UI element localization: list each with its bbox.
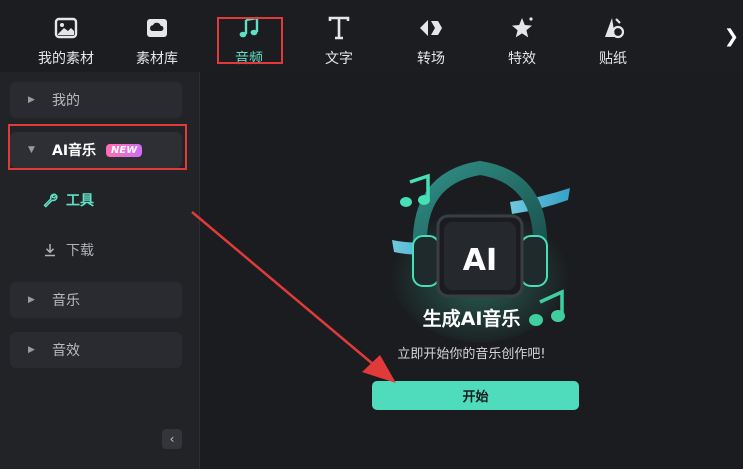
tab-library[interactable]: 素材库 xyxy=(117,10,197,70)
sidebar-item-label: 我的 xyxy=(52,93,80,109)
collapse-sidebar-button[interactable]: ‹ xyxy=(162,429,182,449)
text-icon xyxy=(328,16,350,40)
tab-label: 素材库 xyxy=(136,51,178,67)
sidebar-subitem-label: 工具 xyxy=(66,193,94,209)
main-panel: AI 生成AI音乐 立即开始你的音乐创作吧! 开始 xyxy=(200,72,743,469)
tab-label: 我的素材 xyxy=(38,51,94,67)
caret-right-icon: ▶ xyxy=(28,95,35,105)
sidebar-subitem-download[interactable]: 下载 xyxy=(42,238,94,262)
image-icon xyxy=(54,17,78,39)
download-icon xyxy=(45,244,55,257)
transition-icon xyxy=(420,20,442,36)
tab-label: 转场 xyxy=(417,51,445,67)
tab-text[interactable]: 文字 xyxy=(299,10,379,70)
wrench-icon xyxy=(43,193,58,208)
sidebar-subitem-label: 下载 xyxy=(66,243,94,259)
tab-my-materials[interactable]: 我的素材 xyxy=(26,10,106,70)
ai-music-title: 生成AI音乐 xyxy=(422,308,521,330)
caret-right-icon: ▶ xyxy=(28,295,35,305)
ai-music-subtitle: 立即开始你的音乐创作吧! xyxy=(397,347,546,362)
sidebar-item-music[interactable]: ▶ 音乐 xyxy=(10,282,182,318)
sidebar-subitem-tools[interactable]: 工具 xyxy=(42,188,94,212)
annotation-box-audio-tab xyxy=(217,17,283,64)
tab-label: 贴纸 xyxy=(599,51,627,67)
tab-transition[interactable]: 转场 xyxy=(391,10,471,70)
tab-stickers[interactable]: 贴纸 xyxy=(573,10,653,70)
sidebar-item-mine[interactable]: ▶ 我的 xyxy=(10,82,182,118)
sidebar-item-label: 音效 xyxy=(52,343,80,359)
top-toolbar: 我的素材 素材库 音频 文字 转场 特效 贴纸 ❯ xyxy=(0,0,743,72)
toolbar-more-arrow[interactable]: ❯ xyxy=(724,26,739,47)
sidebar-item-label: 音乐 xyxy=(52,293,80,309)
tab-effects[interactable]: 特效 xyxy=(482,10,562,70)
effects-star-icon xyxy=(512,17,533,38)
start-button[interactable]: 开始 xyxy=(372,381,579,410)
hero-ai-text: AI xyxy=(463,243,497,278)
sticker-icon xyxy=(605,18,625,39)
annotation-box-ai-music xyxy=(8,124,187,170)
sidebar-item-sound-effects[interactable]: ▶ 音效 xyxy=(10,332,182,368)
tab-label: 文字 xyxy=(325,51,353,67)
cloud-box-icon xyxy=(147,19,167,37)
tab-label: 特效 xyxy=(508,51,536,67)
caret-right-icon: ▶ xyxy=(28,345,35,355)
